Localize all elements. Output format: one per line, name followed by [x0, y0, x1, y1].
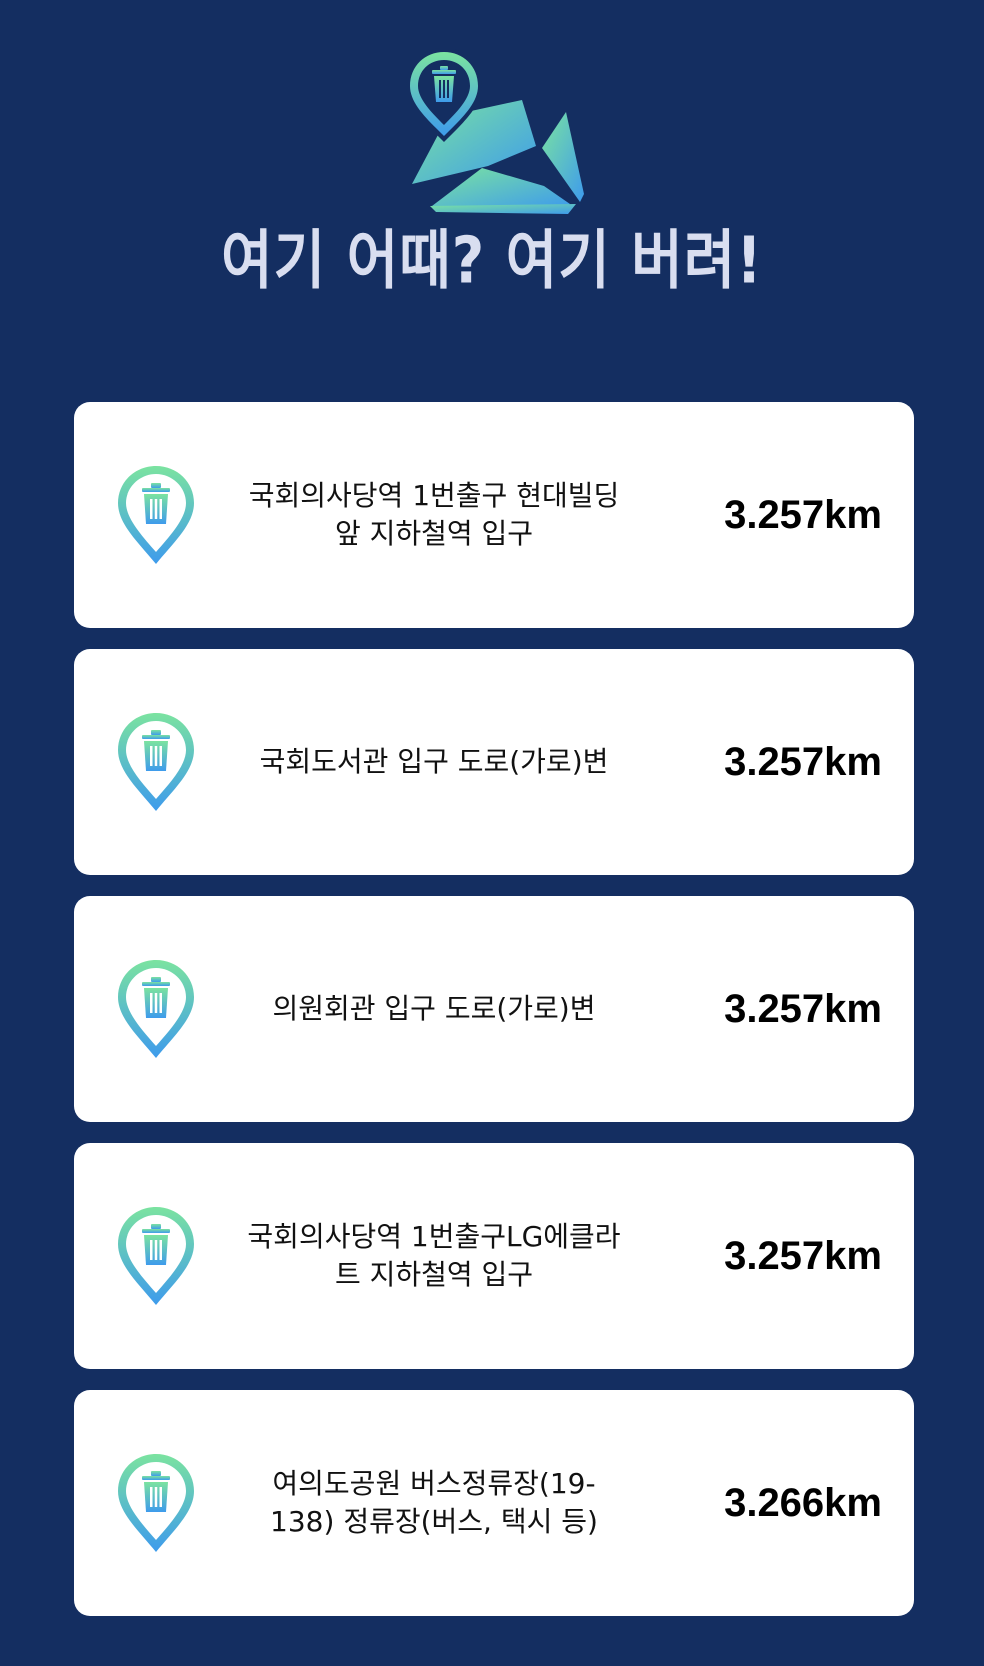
location-card[interactable]: 국회의사당역 1번출구LG에클라트 지하철역 입구 3.257km: [74, 1143, 914, 1369]
location-distance: 3.257km: [724, 986, 882, 1031]
header: 여기 어때? 여기 버려!: [0, 0, 984, 360]
trash-pin-icon: [118, 713, 194, 811]
folded-map-with-trash-pin-icon: [406, 48, 584, 214]
location-name: 국회의사당역 1번출구 현대빌딩 앞 지하철역 입구: [248, 479, 620, 550]
trash-pin-icon: [118, 1207, 194, 1305]
location-name: 국회의사당역 1번출구LG에클라트 지하철역 입구: [247, 1220, 621, 1291]
trash-pin-icon: [118, 1454, 194, 1552]
location-name: 의원회관 입구 도로(가로)변: [272, 992, 596, 1025]
location-card[interactable]: 의원회관 입구 도로(가로)변 3.257km: [74, 896, 914, 1122]
page-title: 여기 어때? 여기 버려!: [221, 224, 763, 299]
location-name: 여의도공원 버스정류장(19-138) 정류장(버스, 택시 등): [270, 1467, 598, 1538]
location-card[interactable]: 여의도공원 버스정류장(19-138) 정류장(버스, 택시 등) 3.266k…: [74, 1390, 914, 1616]
trash-pin-icon: [118, 960, 194, 1058]
trash-pin-icon: [118, 466, 194, 564]
location-distance: 3.257km: [724, 739, 882, 784]
location-name: 국회도서관 입구 도로(가로)변: [259, 745, 609, 778]
location-list: 국회의사당역 1번출구 현대빌딩 앞 지하철역 입구 3.257km 국회도서관…: [74, 402, 914, 1637]
location-distance: 3.266km: [724, 1480, 882, 1525]
location-card[interactable]: 국회의사당역 1번출구 현대빌딩 앞 지하철역 입구 3.257km: [74, 402, 914, 628]
location-card[interactable]: 국회도서관 입구 도로(가로)변 3.257km: [74, 649, 914, 875]
location-distance: 3.257km: [724, 1233, 882, 1278]
location-distance: 3.257km: [724, 492, 882, 537]
